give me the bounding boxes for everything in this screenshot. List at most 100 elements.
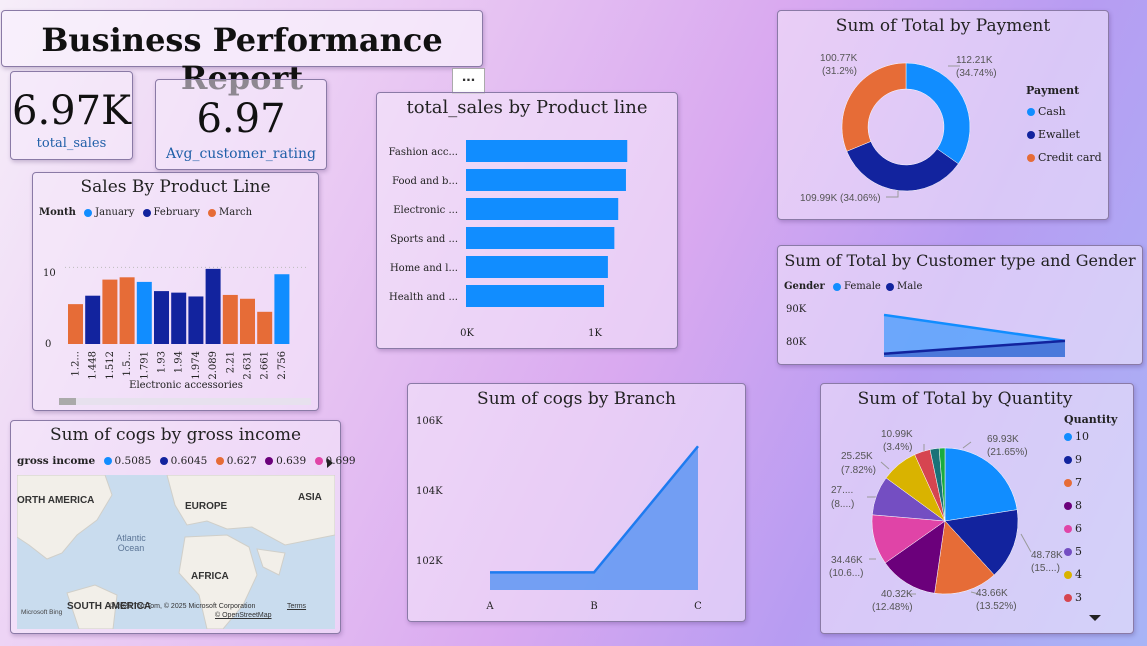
x-tick-label: 1.5... [122, 351, 133, 376]
payment-donut-card[interactable]: Sum of Total by Payment 112.21K (34.74%)… [777, 10, 1109, 220]
bar-Sports and ...[interactable] [466, 227, 615, 249]
label-q3-pct: (3.4%) [883, 442, 912, 453]
gross-income-legend: gross income 0.5085 0.6045 0.627 0.639 0… [17, 455, 356, 467]
x-tick-label: 1.974 [191, 351, 202, 380]
y-tick-104k: 104K [416, 486, 443, 497]
bar-Fashion acc...[interactable] [466, 140, 628, 162]
legend-swatch [1064, 456, 1072, 464]
quantity-legend-item-3[interactable]: 3 [1059, 591, 1082, 604]
area-cogs[interactable] [490, 446, 698, 590]
payment-legend-title: Payment [1026, 84, 1080, 97]
legend-label: 5 [1075, 545, 1082, 558]
scrollbar-thumb[interactable] [59, 398, 76, 405]
bar-1.5...[interactable] [119, 277, 135, 344]
leader-q10 [962, 441, 972, 449]
bar-2.631[interactable] [240, 298, 255, 344]
cogs-by-branch-card[interactable]: Sum of cogs by Branch 106K 104K 102K ABC [407, 383, 746, 622]
bar-2.756[interactable] [274, 274, 290, 344]
bar-2.661[interactable] [257, 311, 273, 344]
y-tick-0: 0 [45, 339, 51, 350]
quantity-pie-card[interactable]: Sum of Total by Quantity 69.93K (21.65%)… [820, 383, 1134, 634]
x-tick-0k: 0K [460, 328, 474, 339]
legend-label: 8 [1075, 499, 1082, 512]
legend-label: 9 [1075, 453, 1082, 466]
label-q9-pct: (15....) [1031, 563, 1060, 574]
legend-swatch [1064, 571, 1072, 579]
legend-label: 7 [1075, 476, 1082, 489]
y-tick-label: Electronic ... [393, 205, 458, 216]
label-q10-pct: (21.65%) [987, 447, 1028, 458]
bar-1.2...[interactable] [68, 304, 83, 344]
payment-legend-cash[interactable]: Cash [1022, 105, 1066, 118]
sales-by-product-line-card[interactable]: Sales By Product Line Month January Febr… [32, 172, 319, 411]
label-credit-value: 100.77K [820, 53, 858, 64]
label-q6-value: 34.46K [831, 555, 863, 566]
legend-label-0-639: 0.639 [276, 455, 307, 467]
world-map[interactable]: ORTH AMERICA ASIA EUROPE Atlantic Ocean … [17, 475, 335, 629]
legend-label: 10 [1075, 430, 1089, 443]
gender-area-chart: 90K 80K [786, 304, 1066, 357]
map-terms-link[interactable]: Terms [287, 603, 306, 610]
bar-1.974[interactable] [188, 296, 204, 344]
bar-Home and l...[interactable] [466, 256, 608, 278]
payment-legend-ewallet[interactable]: Ewallet [1022, 128, 1080, 141]
label-cash-value: 112.21K [956, 55, 993, 66]
x-tick-label: 2.631 [243, 351, 254, 380]
y-tick-label: Sports and ... [390, 234, 458, 245]
quantity-legend-item-9[interactable]: 9 [1059, 453, 1082, 466]
x-tick-label: 1.791 [139, 351, 150, 380]
legend-swatch-0-639 [265, 457, 274, 465]
map-osm-link[interactable]: © OpenStreetMap [215, 612, 272, 619]
legend-swatch [1064, 594, 1072, 602]
cogs-by-gross-income-card[interactable]: Sum of cogs by gross income gross income… [10, 420, 356, 634]
legend-next-icon[interactable] [327, 458, 333, 468]
kpi-rating-value: 6.97 [196, 96, 286, 142]
kpi-rating-card[interactable]: 6.97 Avg_customer_rating [155, 79, 327, 170]
bar-2.089[interactable] [205, 268, 221, 344]
quantity-legend-item-7[interactable]: 7 [1059, 476, 1082, 489]
map-label-africa: AFRICA [191, 571, 229, 582]
bar-1.512[interactable] [102, 279, 118, 344]
legend-label: 6 [1075, 522, 1082, 535]
bar-1.791[interactable] [136, 281, 152, 344]
legend-swatch [1064, 433, 1072, 441]
kpi-total-sales-card[interactable]: 6.97K total_sales [10, 71, 133, 160]
quantity-legend-item-8[interactable]: 8 [1059, 499, 1082, 512]
legend-swatch [1064, 548, 1072, 556]
legend-scroll-down-icon[interactable] [1089, 615, 1101, 621]
map-label-north-america: ORTH AMERICA [17, 495, 95, 506]
label-q7-value: 43.66K [976, 588, 1008, 599]
bar-Food and b...[interactable] [466, 169, 626, 191]
label-q5-pct: (8....) [831, 499, 854, 510]
map-label-europe: EUROPE [185, 501, 228, 512]
quantity-legend-item-5[interactable]: 5 [1059, 545, 1082, 558]
bar-2.21[interactable] [222, 294, 238, 344]
bar-1.94[interactable] [171, 292, 187, 344]
quantity-legend-item-4[interactable]: 4 [1059, 568, 1082, 581]
chart-title: Sum of cogs by gross income [49, 425, 302, 445]
payment-legend-credit[interactable]: Credit card [1022, 151, 1102, 164]
legend-title: gross income [17, 455, 96, 467]
legend-label-credit: Credit card [1038, 151, 1102, 164]
quantity-legend-item-10[interactable]: 10 [1059, 430, 1089, 443]
kpi-total-sales-value: 6.97K [12, 88, 131, 134]
customer-gender-card[interactable]: Sum of Total by Customer type and Gender… [777, 245, 1143, 365]
legend-swatch-0-627 [215, 457, 224, 465]
legend-swatch-0-5085 [103, 457, 112, 465]
leader-q9 [1020, 533, 1032, 553]
bar-Health and ...[interactable] [466, 285, 605, 307]
x-tick-label: 1.93 [157, 351, 168, 373]
bar-1.93[interactable] [154, 291, 169, 344]
slice-10[interactable] [944, 447, 1018, 522]
y-tick-102k: 102K [416, 556, 443, 567]
more-options-button[interactable]: ... [452, 68, 485, 94]
label-q4-pct: (7.82%) [841, 465, 876, 476]
map-copyright: © 2025 TomTom, © 2025 Microsoft Corporat… [109, 603, 256, 610]
quantity-legend-item-6[interactable]: 6 [1059, 522, 1082, 535]
bar-Electronic ...[interactable] [466, 198, 619, 220]
total-sales-by-product-line-card[interactable]: total_sales by Product line 0K 1K Fashio… [376, 92, 678, 349]
horizontal-scrollbar[interactable] [59, 398, 311, 405]
y-tick-106k: 106K [416, 416, 443, 427]
x-tick-label: 1.448 [88, 351, 99, 380]
bar-1.448[interactable] [85, 295, 101, 344]
